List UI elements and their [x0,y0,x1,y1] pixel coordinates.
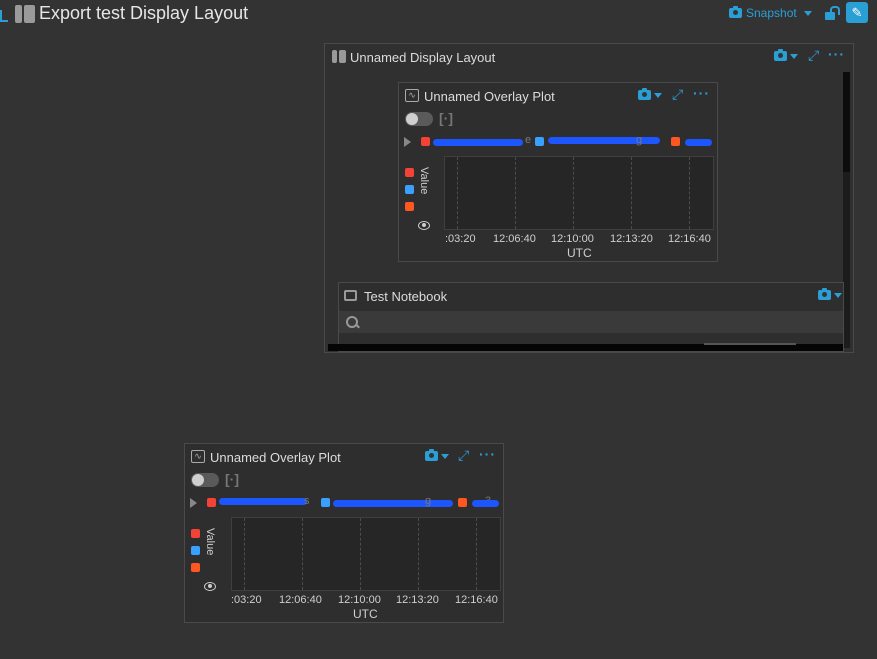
legend-swatch-2 [535,137,544,146]
chevron-down-icon [441,453,449,459]
camera-icon [729,6,742,18]
legend-swatch-1 [207,498,216,507]
display-layout-panel: Unnamed Display Layout ⤢ ··· ∿ Unnamed O… [324,43,854,353]
y-swatch-1 [191,529,200,538]
legend-swatch-1 [421,137,430,146]
plot-title: Unnamed Overlay Plot [210,450,341,465]
legend-tail-1: s [304,495,310,507]
legend-expand-icon[interactable] [404,137,411,147]
pencil-icon: ✎ [851,5,863,20]
snapshot-button[interactable]: Snapshot [729,6,812,20]
eye-icon[interactable] [204,582,216,591]
redacted-series-name [433,139,523,146]
redacted-series-name [333,500,453,507]
legend-expand-icon[interactable] [190,498,197,508]
chevron-down-icon [790,53,798,59]
search-input[interactable] [365,313,829,331]
legend-swatch-2 [321,498,330,507]
bracket-icon[interactable]: [·] [225,471,239,487]
back-icon[interactable] [0,10,8,22]
overlay-plot-frame: ∿ Unnamed Overlay Plot ⤢ ··· [·] s g 3 V… [184,443,504,623]
y-swatch-3 [191,563,200,572]
more-options-icon[interactable]: ··· [479,446,496,462]
x-tick: 12:13:20 [610,233,653,245]
display-layout-icon [15,5,35,23]
x-tick: 12:13:20 [396,594,439,606]
notebook-search-bar[interactable] [339,311,843,333]
horizontal-scrollbar[interactable] [328,343,843,351]
notebook-panel: Test Notebook [338,282,844,352]
chevron-down-icon [834,292,842,298]
x-tick: 12:10:00 [338,594,381,606]
chevron-down-icon [654,92,662,98]
legend-swatch-3 [671,137,680,146]
y-swatch-3 [405,202,414,211]
page-title: Export test Display Layout [39,3,249,23]
x-tick: 12:16:40 [455,594,498,606]
y-swatch-2 [405,185,414,194]
expand-icon[interactable]: ⤢ [458,447,469,464]
plot-icon: ∿ [191,450,205,463]
more-options-icon[interactable]: ··· [828,46,845,62]
snapshot-button[interactable] [638,88,662,100]
x-tick: 12:10:00 [551,233,594,245]
plot-toggle[interactable] [405,112,433,126]
redacted-series-name [685,139,712,146]
snapshot-button[interactable] [425,449,449,461]
notebook-title: Test Notebook [364,289,448,304]
x-axis-label: UTC [567,246,592,260]
expand-icon[interactable]: ⤢ [672,86,683,103]
x-axis-label: UTC [353,607,378,621]
plot-title: Unnamed Overlay Plot [424,89,555,104]
snapshot-button[interactable] [818,288,842,300]
scrollbar[interactable] [843,72,850,348]
y-swatch-1 [405,168,414,177]
x-tick: 12:06:40 [493,233,536,245]
redacted-series-name [548,137,660,144]
plot-icon: ∿ [405,89,419,102]
more-options-icon[interactable]: ··· [693,85,710,101]
unlock-icon[interactable] [824,6,840,20]
notebook-icon [344,290,357,301]
legend-tail-1: e [525,134,532,146]
legend-tail-2: g [425,495,432,507]
expand-icon[interactable]: ⤢ [808,47,819,64]
camera-icon [638,88,651,100]
plot-area[interactable] [444,156,714,230]
camera-icon [425,449,438,461]
legend-swatch-3 [458,498,467,507]
display-layout-title: Unnamed Display Layout [350,50,496,65]
plot-area[interactable] [231,517,501,591]
y-axis-label: Value [418,167,430,195]
edit-button[interactable]: ✎ [846,2,868,23]
camera-icon [774,49,787,61]
eye-icon[interactable] [418,221,430,230]
snapshot-button[interactable] [774,49,798,61]
redacted-series-name [219,498,307,505]
overlay-plot-frame: ∿ Unnamed Overlay Plot ⤢ ··· [·] e g Val… [398,82,718,262]
display-layout-icon [332,50,346,63]
chevron-down-icon [803,10,812,16]
x-tick: 12:16:40 [668,233,711,245]
bracket-icon[interactable]: [·] [439,110,453,126]
legend-tail-2: g [636,134,643,146]
y-axis-label: Value [204,528,216,556]
x-tick: :03:20 [445,233,476,245]
x-tick: :03:20 [231,594,262,606]
y-swatch-2 [191,546,200,555]
camera-icon [818,288,831,300]
snapshot-label: Snapshot [746,6,797,20]
redacted-series-name [472,500,499,507]
x-tick: 12:06:40 [279,594,322,606]
plot-toggle[interactable] [191,473,219,487]
